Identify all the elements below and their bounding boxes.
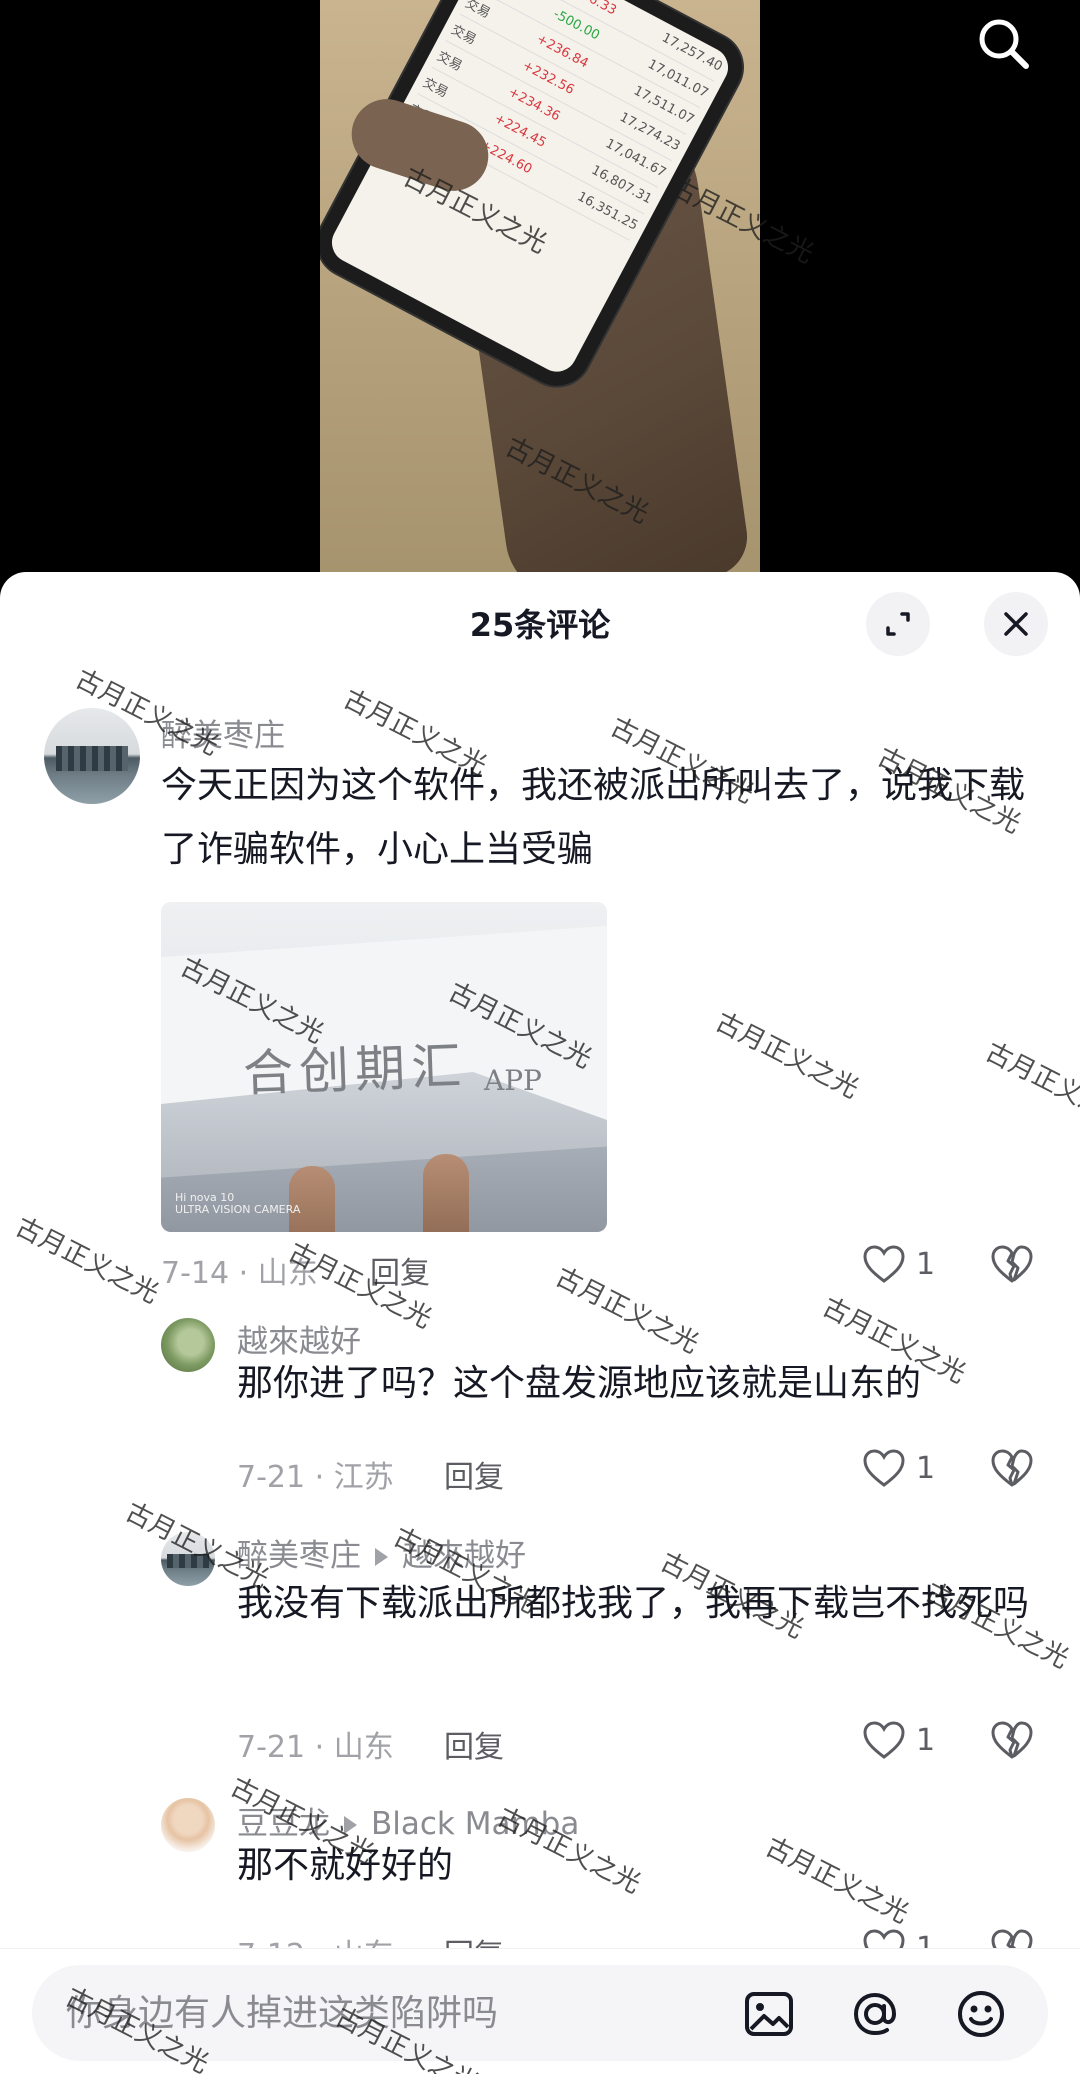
avatar[interactable]	[161, 1532, 215, 1586]
image-handwriting: 合创期汇	[242, 1037, 469, 1103]
like-button[interactable]: 1	[862, 1244, 935, 1284]
comment-date-location: 7-14 · 山东	[161, 1256, 318, 1291]
comment-text: 那你进了吗？这个盘发源地应该就是山东的	[237, 1363, 922, 1404]
video-frame: 现金+246.3317,257.40交易-500.0017,011.07交易+2…	[320, 0, 760, 572]
comment-text: 那不就好好的	[237, 1845, 454, 1886]
reply-button[interactable]: 回复	[444, 1452, 504, 1496]
search-icon	[979, 19, 1029, 69]
comment-text: 今天正因为这个软件，我还被派出所叫去了，说我下载了诈骗软件，小心上当受骗	[161, 765, 1026, 870]
comment-sheet: 25条评论 醉美枣庄 今天正因为这个软件，我还被派出所叫去了，说我下载了诈骗软件…	[0, 572, 1080, 2074]
reply-arrow-icon	[375, 1547, 388, 1566]
mention-button[interactable]	[848, 1987, 902, 2041]
comment-username-text[interactable]: 醉美枣庄	[237, 1538, 361, 1574]
video-phone-row-label: 交易	[434, 48, 465, 75]
image-icon	[745, 1992, 793, 2036]
broken-heart-icon	[991, 1449, 1033, 1487]
dislike-button[interactable]	[990, 1720, 1034, 1764]
reply-button[interactable]: 回复	[370, 1248, 430, 1292]
image-handwriting-app: APP	[484, 1064, 542, 1097]
comment-image[interactable]: 合创期汇 APP Hi nova 10 ULTRA VISION CAMERA	[161, 902, 607, 1232]
comment-input-pill	[32, 1965, 1048, 2061]
comment-input[interactable]	[66, 1987, 726, 2039]
image-finger	[423, 1154, 469, 1232]
like-count: 1	[916, 1246, 936, 1282]
dislike-button[interactable]	[990, 1448, 1034, 1492]
comment-date-location: 7-21 · 江苏	[237, 1460, 394, 1495]
avatar[interactable]	[44, 708, 140, 804]
like-count: 1	[916, 1722, 936, 1758]
search-button[interactable]	[972, 12, 1036, 76]
reply-button[interactable]: 回复	[444, 1722, 504, 1766]
comment-input-bar	[0, 1948, 1080, 2074]
like-button[interactable]: 1	[862, 1720, 935, 1760]
comment-text: 我没有下载派出所都找我了，我再下载岂不找死吗	[237, 1583, 1030, 1624]
broken-heart-icon	[991, 1245, 1033, 1283]
heart-icon	[863, 1245, 905, 1283]
at-icon	[853, 1992, 897, 2036]
image-picker-button[interactable]	[742, 1987, 796, 2041]
like-button[interactable]: 1	[862, 1448, 935, 1488]
camera-watermark: Hi nova 10 ULTRA VISION CAMERA	[175, 1192, 300, 1216]
broken-heart-icon	[991, 1721, 1033, 1759]
avatar[interactable]	[161, 1798, 215, 1852]
camera-watermark-line: ULTRA VISION CAMERA	[175, 1203, 301, 1216]
video-phone-row-label: 交易	[448, 22, 479, 48]
comment-username[interactable]: 醉美枣庄 越來越好	[237, 1530, 526, 1575]
dislike-button[interactable]	[990, 1244, 1034, 1288]
comment-username[interactable]: 醉美枣庄	[161, 710, 285, 755]
emoji-icon	[958, 1991, 1004, 2037]
comment-date-location: 7-21 · 山东	[237, 1730, 394, 1765]
emoji-button[interactable]	[954, 1987, 1008, 2041]
reply-target-username[interactable]: 越來越好	[402, 1538, 526, 1574]
avatar[interactable]	[161, 1318, 215, 1372]
heart-icon	[863, 1449, 905, 1487]
video-player[interactable]: 现金+246.3317,257.40交易-500.0017,011.07交易+2…	[0, 0, 1080, 600]
like-count: 1	[916, 1450, 936, 1486]
heart-icon	[863, 1721, 905, 1759]
comment-item: 醉美枣庄 今天正因为这个软件，我还被派出所叫去了，说我下载了诈骗软件，小心上当受…	[0, 572, 1080, 1291]
video-phone-row-label: 交易	[420, 75, 451, 101]
reply-arrow-icon	[344, 1815, 357, 1834]
